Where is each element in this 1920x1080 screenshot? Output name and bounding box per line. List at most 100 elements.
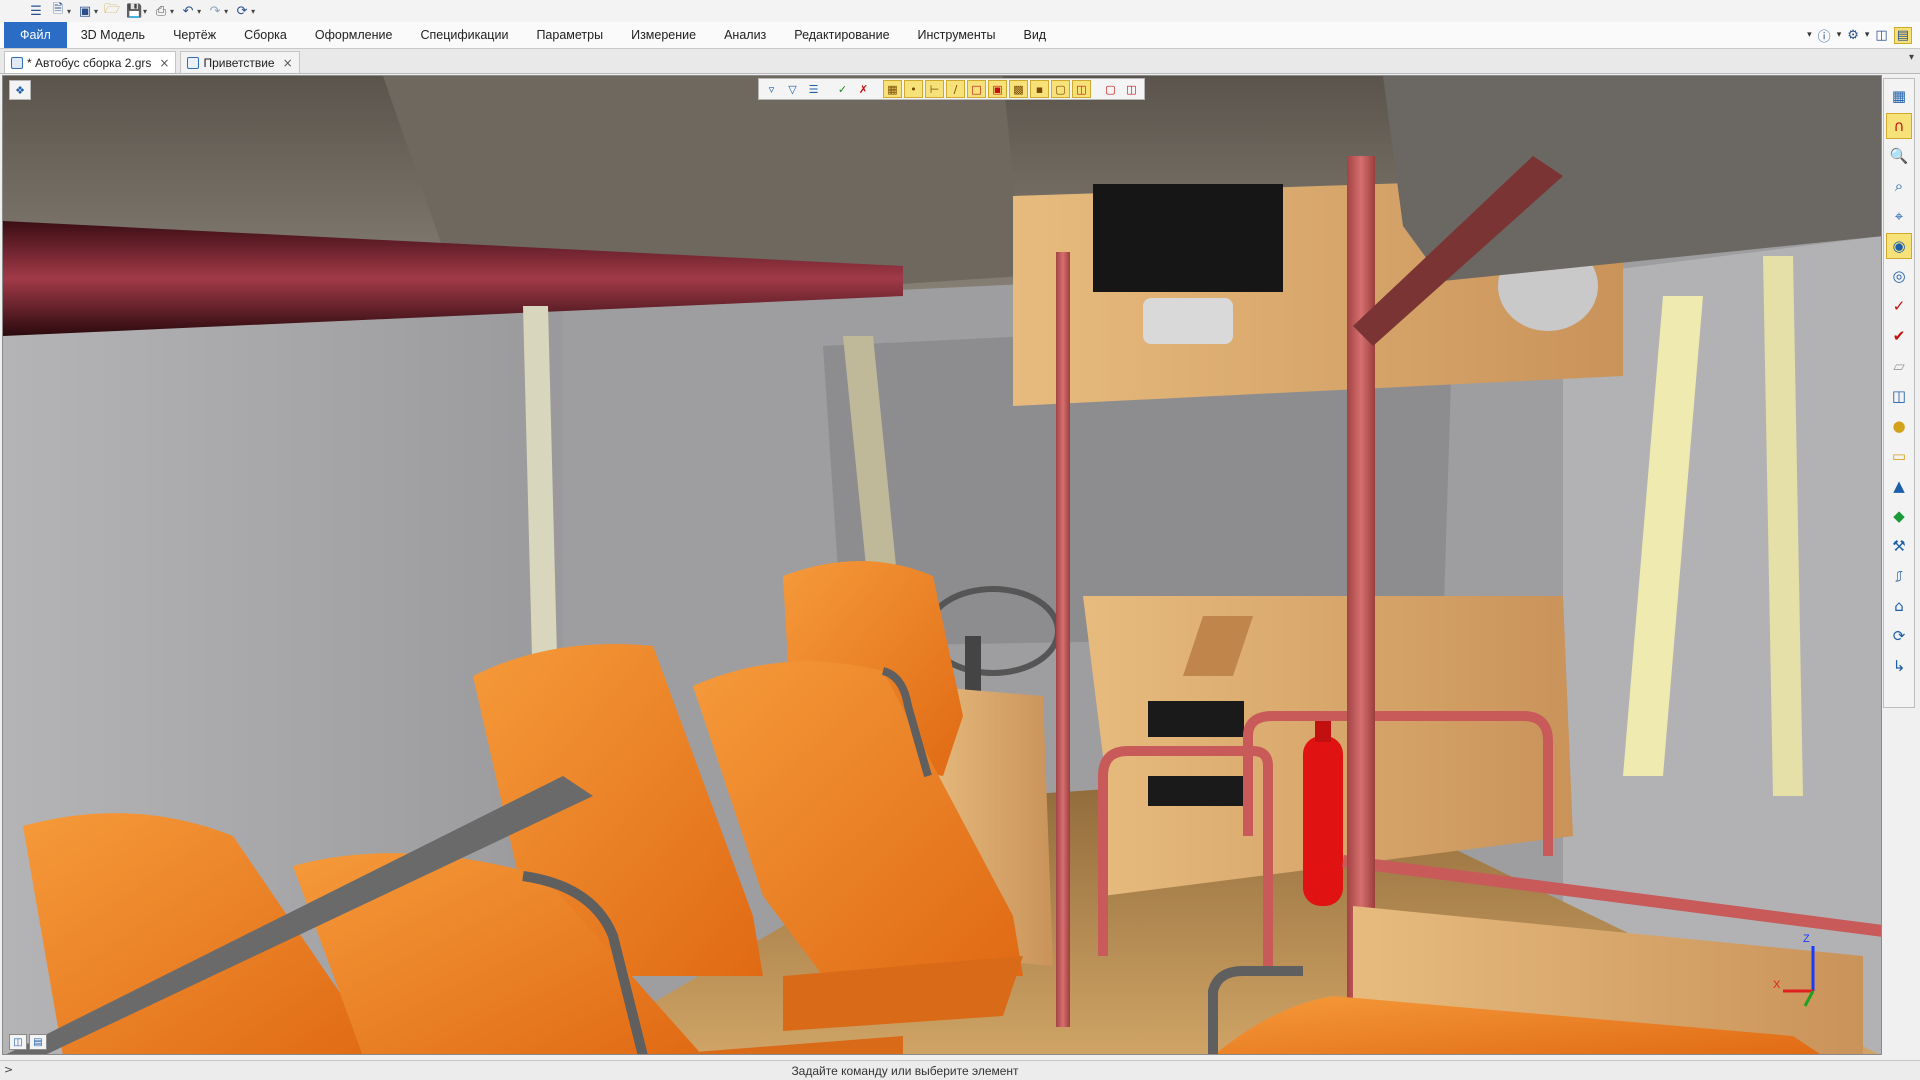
- plane-icon[interactable]: ▱: [1886, 353, 1912, 379]
- menu-editing[interactable]: Редактирование: [780, 22, 903, 48]
- color-box-icon[interactable]: ◆: [1886, 503, 1912, 529]
- camera-icon[interactable]: ⎎: [1886, 563, 1912, 589]
- chevron-down-icon[interactable]: ▾: [1837, 30, 1842, 40]
- print-icon: ⎙: [155, 3, 167, 19]
- chevron-down-icon[interactable]: ▾: [143, 7, 147, 16]
- main-menu-button[interactable]: ☰: [28, 2, 44, 20]
- chevron-down-icon[interactable]: ▾: [1865, 30, 1870, 40]
- menu-icon: ☰: [30, 3, 42, 19]
- print-button[interactable]: ⎙ ▾: [153, 2, 174, 20]
- orientation-icon: ❖: [15, 83, 25, 97]
- body-icon[interactable]: ▣: [988, 80, 1007, 98]
- close-icon[interactable]: ×: [159, 56, 169, 70]
- sphere-icon[interactable]: ●: [1886, 413, 1912, 439]
- tab-bus-assembly[interactable]: * Автобус сборка 2.grs ×: [4, 51, 177, 73]
- chevron-down-icon[interactable]: ▾: [251, 7, 255, 16]
- box-check-icon[interactable]: ✓: [1886, 293, 1912, 319]
- chevron-down-icon[interactable]: ▾: [197, 7, 201, 16]
- glasses-icon[interactable]: ◉: [1886, 233, 1912, 259]
- zoom-window-icon[interactable]: ⌕: [1886, 173, 1912, 199]
- status-bar: > Задайте команду или выберите элемент: [0, 1060, 1920, 1080]
- open-button[interactable]: 🗁: [104, 2, 120, 20]
- tab-label: Приветствие: [203, 55, 275, 70]
- tab-list-dropdown-icon[interactable]: ▾: [1909, 52, 1914, 63]
- wire-icon[interactable]: ▢: [1051, 80, 1070, 98]
- box-check2-icon[interactable]: ✔: [1886, 323, 1912, 349]
- magnet-icon[interactable]: ∩: [1886, 113, 1912, 139]
- filter-select-icon[interactable]: ▽: [783, 80, 802, 98]
- toolbar-separator: [875, 80, 881, 98]
- view-layout-icon[interactable]: ▦: [1886, 83, 1912, 109]
- zoom-icon[interactable]: 🔍: [1886, 143, 1912, 169]
- flag-icon: [187, 56, 200, 69]
- 3d-viewport[interactable]: Z X ❖ ▿ ▽ ☰ ✓ ✗ ▦ • ⊢ ∕ □ ▣ ▩ ▪ ▢ ◫ ▢ ◫ …: [2, 75, 1882, 1055]
- ribbon-dropdown-icon[interactable]: ▾: [1807, 30, 1812, 40]
- redo-button[interactable]: ↷ ▾: [207, 2, 228, 20]
- chevron-down-icon[interactable]: ▾: [94, 7, 98, 16]
- tab-label: * Автобус сборка 2.grs: [27, 55, 152, 70]
- filter-icon[interactable]: ▿: [762, 80, 781, 98]
- edge-icon[interactable]: ∕: [946, 80, 965, 98]
- viewport-filter-toolbar: ▿ ▽ ☰ ✓ ✗ ▦ • ⊢ ∕ □ ▣ ▩ ▪ ▢ ◫ ▢ ◫: [758, 78, 1145, 100]
- chevron-down-icon[interactable]: ▾: [67, 7, 71, 16]
- select-check-icon[interactable]: ✓: [833, 80, 852, 98]
- axis-icon[interactable]: ⊢: [925, 80, 944, 98]
- gear-icon[interactable]: ⚙: [1847, 28, 1859, 43]
- grid-icon[interactable]: ▦: [883, 80, 902, 98]
- shaded-icon[interactable]: ▪: [1030, 80, 1049, 98]
- zoom-fit-icon[interactable]: ⌖: [1886, 203, 1912, 229]
- close-icon[interactable]: ×: [283, 56, 293, 70]
- tab-welcome[interactable]: Приветствие ×: [180, 51, 300, 73]
- point-snap-icon[interactable]: •: [904, 80, 923, 98]
- menu-parameters[interactable]: Параметры: [522, 22, 617, 48]
- menu-specifications[interactable]: Спецификации: [406, 22, 522, 48]
- document-tab-bar: * Автобус сборка 2.grs × Приветствие × ▾: [0, 49, 1920, 74]
- chevron-down-icon[interactable]: ▾: [224, 7, 228, 16]
- rebuild-button[interactable]: ⟳ ▾: [234, 2, 255, 20]
- menu-view[interactable]: Вид: [1009, 22, 1060, 48]
- view-orientation-button[interactable]: ❖: [9, 80, 31, 100]
- display-icon[interactable]: ▢: [1101, 80, 1120, 98]
- panel-toggle-icon[interactable]: ◫: [1875, 28, 1887, 43]
- menu-drawing[interactable]: Чертёж: [159, 22, 230, 48]
- menu-measure[interactable]: Измерение: [617, 22, 710, 48]
- export-view-icon[interactable]: ↳: [1886, 653, 1912, 679]
- new-document-button[interactable]: 🗎 ▾: [50, 2, 71, 20]
- face-icon[interactable]: □: [967, 80, 986, 98]
- glasses-settings-icon[interactable]: ◎: [1886, 263, 1912, 289]
- menu-file[interactable]: Файл: [4, 22, 67, 48]
- open-folder-icon: 🗁: [103, 2, 121, 17]
- save-button[interactable]: 💾 ▾: [126, 2, 147, 20]
- page-view-icon[interactable]: ▭: [1886, 443, 1912, 469]
- cube-wire-icon[interactable]: ◫: [1886, 383, 1912, 409]
- view-3d-icon[interactable]: ◫: [1072, 80, 1091, 98]
- right-view-toolbar: ▦ ∩ 🔍 ⌕ ⌖ ◉ ◎ ✓ ✔ ▱ ◫ ● ▭ ▲ ◆ ⚒ ⎎ ⌂ ⟳ ↳: [1883, 78, 1915, 708]
- new-model-icon: ▣: [78, 3, 92, 19]
- chevron-down-icon[interactable]: ▾: [170, 7, 174, 16]
- tools-icon[interactable]: ⚒: [1886, 533, 1912, 559]
- tile-view-icon[interactable]: ▤: [29, 1034, 47, 1050]
- bus-interior-3d-scene: Z X: [3, 76, 1881, 1054]
- home-view-icon[interactable]: ⌂: [1886, 593, 1912, 619]
- menu-analysis[interactable]: Анализ: [710, 22, 780, 48]
- menu-bar: Файл 3D Модель Чертёж Сборка Оформление …: [0, 22, 1920, 49]
- new-model-button[interactable]: ▣ ▾: [77, 2, 98, 20]
- section-icon[interactable]: ◫: [1122, 80, 1141, 98]
- axis-z-label: Z: [1803, 933, 1810, 945]
- window-layout-icon[interactable]: ▤: [1893, 26, 1912, 44]
- shape-icon[interactable]: ▲: [1886, 473, 1912, 499]
- solid-icon[interactable]: ▩: [1009, 80, 1028, 98]
- menu-tools[interactable]: Инструменты: [904, 22, 1010, 48]
- undo-button[interactable]: ↶ ▾: [180, 2, 201, 20]
- deselect-icon[interactable]: ✗: [854, 80, 873, 98]
- split-view-icon[interactable]: ◫: [9, 1034, 27, 1050]
- filter-list-icon[interactable]: ☰: [804, 80, 823, 98]
- quick-access-toolbar: ☰ 🗎 ▾ ▣ ▾ 🗁 💾 ▾ ⎙ ▾ ↶ ▾ ↷ ▾ ⟳ ▾: [0, 0, 1920, 22]
- menu-assembly[interactable]: Сборка: [230, 22, 301, 48]
- help-icon[interactable]: ⓘ: [1818, 26, 1831, 45]
- menu-design[interactable]: Оформление: [301, 22, 407, 48]
- rotate-view-icon[interactable]: ⟳: [1886, 623, 1912, 649]
- menu-3d-model[interactable]: 3D Модель: [67, 22, 159, 48]
- menu-right-controls: ▾ ⓘ ▾ ⚙ ▾ ◫ ▤: [1807, 22, 1912, 48]
- new-document-icon: 🗎: [52, 2, 64, 17]
